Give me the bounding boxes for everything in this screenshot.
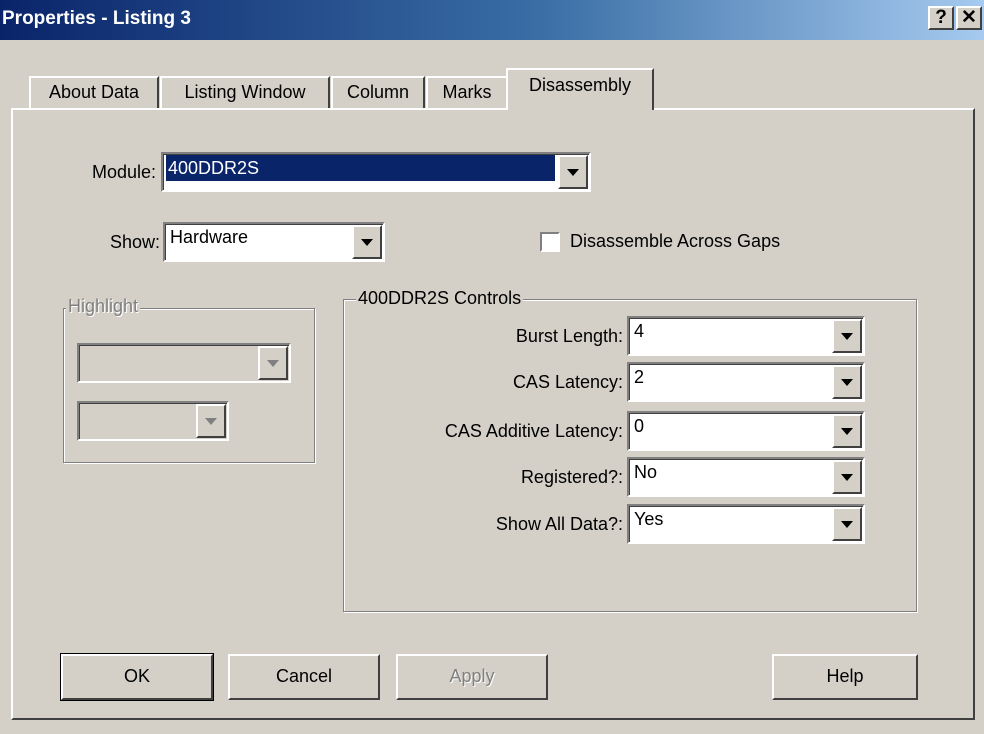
highlight-select-1[interactable] xyxy=(77,343,291,383)
chevron-down-icon xyxy=(267,360,279,367)
highlight-select-2[interactable] xyxy=(77,401,229,441)
registered-select[interactable]: No xyxy=(627,457,865,497)
show-all-data-value: Yes xyxy=(634,509,664,529)
help-caption-button[interactable]: ? xyxy=(928,6,954,30)
module-value: 400DDR2S xyxy=(166,155,555,181)
registered-dropdown-button[interactable] xyxy=(832,460,862,494)
cas-additive-latency-dropdown-button[interactable] xyxy=(832,414,862,448)
cas-latency-label: CAS Latency: xyxy=(512,372,623,392)
cas-additive-latency-value: 0 xyxy=(634,416,645,436)
show-dropdown-button[interactable] xyxy=(352,225,382,259)
show-all-data-select[interactable]: Yes xyxy=(627,504,865,544)
chevron-down-icon xyxy=(205,418,217,425)
window-title: Properties - Listing 3 xyxy=(2,8,191,29)
cas-additive-latency-label: CAS Additive Latency: xyxy=(444,421,623,441)
cas-latency-dropdown-button[interactable] xyxy=(832,365,862,399)
module-label: Module: xyxy=(91,162,156,182)
module-select[interactable]: 400DDR2S xyxy=(161,152,591,192)
cas-latency-value: 2 xyxy=(634,367,645,387)
ok-button[interactable]: OK xyxy=(60,653,214,701)
highlight-dropdown-button-1[interactable] xyxy=(258,346,288,380)
module-dropdown-button[interactable] xyxy=(558,155,588,189)
chevron-down-icon xyxy=(841,474,853,481)
chevron-down-icon xyxy=(841,333,853,340)
burst-length-label: Burst Length: xyxy=(515,326,623,346)
show-all-data-dropdown-button[interactable] xyxy=(832,507,862,541)
apply-button[interactable]: Apply xyxy=(396,654,548,700)
show-label: Show: xyxy=(109,232,160,252)
cas-additive-latency-select[interactable]: 0 xyxy=(627,411,865,451)
tab-column[interactable]: Column xyxy=(331,76,425,108)
close-caption-button[interactable]: ✕ xyxy=(956,6,982,30)
burst-length-value: 4 xyxy=(634,321,645,341)
tab-disassembly[interactable]: Disassembly xyxy=(506,68,654,110)
highlight-dropdown-button-2[interactable] xyxy=(196,404,226,438)
cancel-button[interactable]: Cancel xyxy=(228,654,380,700)
show-value: Hardware xyxy=(170,227,249,247)
show-all-data-label: Show All Data?: xyxy=(495,514,623,534)
tab-listing-window[interactable]: Listing Window xyxy=(160,76,330,108)
chevron-down-icon xyxy=(567,169,579,176)
chevron-down-icon xyxy=(361,239,373,246)
burst-length-select[interactable]: 4 xyxy=(627,316,865,356)
cas-latency-select[interactable]: 2 xyxy=(627,362,865,402)
registered-value: No xyxy=(634,462,658,482)
chevron-down-icon xyxy=(841,428,853,435)
disassemble-gaps-checkbox[interactable] xyxy=(540,232,560,252)
registered-label: Registered?: xyxy=(520,467,623,487)
show-select[interactable]: Hardware xyxy=(163,222,385,262)
tab-marks[interactable]: Marks xyxy=(426,76,508,108)
highlight-group-title: Highlight xyxy=(66,296,141,317)
controls-group-title: 400DDR2S Controls xyxy=(356,288,524,309)
chevron-down-icon xyxy=(841,521,853,528)
tab-about-data[interactable]: About Data xyxy=(29,76,159,108)
chevron-down-icon xyxy=(841,379,853,386)
disassemble-gaps-label[interactable]: Disassemble Across Gaps xyxy=(570,231,780,252)
help-button[interactable]: Help xyxy=(772,654,918,700)
burst-length-dropdown-button[interactable] xyxy=(832,319,862,353)
